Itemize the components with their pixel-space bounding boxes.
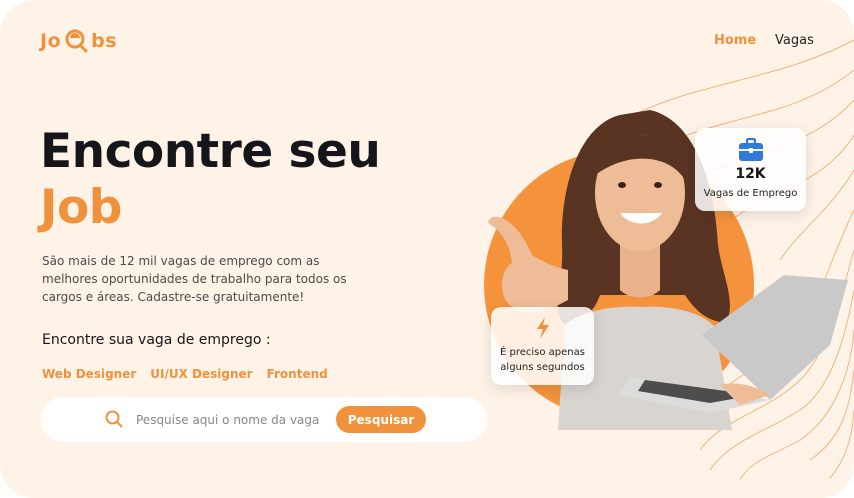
lightning-icon [536,317,549,339]
tag-web-designer[interactable]: Web Designer [42,367,136,381]
info-card: É preciso apenas alguns segundos [491,307,594,385]
tag-frontend[interactable]: Frontend [267,367,328,381]
tag-uiux-designer[interactable]: UI/UX Designer [150,367,252,381]
logo-text-left: Jo [40,30,62,52]
hero-title: Encontre seu Job [40,124,381,236]
info-card-label: É preciso apenas alguns segundos [500,347,585,373]
nav-vagas[interactable]: Vagas [775,33,814,48]
search-icon [105,410,123,428]
logo-text-right: bs [91,30,118,52]
nav-home[interactable]: Home [714,33,756,48]
search-subtitle: Encontre sua vaga de emprego : [42,332,271,348]
tag-list: Web Designer UI/UX Designer Frontend [42,367,328,381]
stats-card: 12K Vagas de Emprego [695,128,806,211]
landing-page: Jo bs Home Vagas Encontre seu Job São ma… [0,0,854,498]
jobs-count: 12K [735,166,766,182]
search-input[interactable] [134,409,328,431]
magnifier-logo-icon [65,29,88,53]
hero-title-line2: Job [40,180,122,235]
search-bar: Pesquisar [41,397,487,442]
jobs-label: Vagas de Emprego [703,188,798,199]
logo[interactable]: Jo bs [40,28,117,54]
search-button[interactable]: Pesquisar [336,406,426,433]
briefcase-icon [738,138,763,161]
hero-title-line1: Encontre seu [40,124,381,179]
hero-description: São mais de 12 mil vagas de emprego com … [42,254,347,304]
